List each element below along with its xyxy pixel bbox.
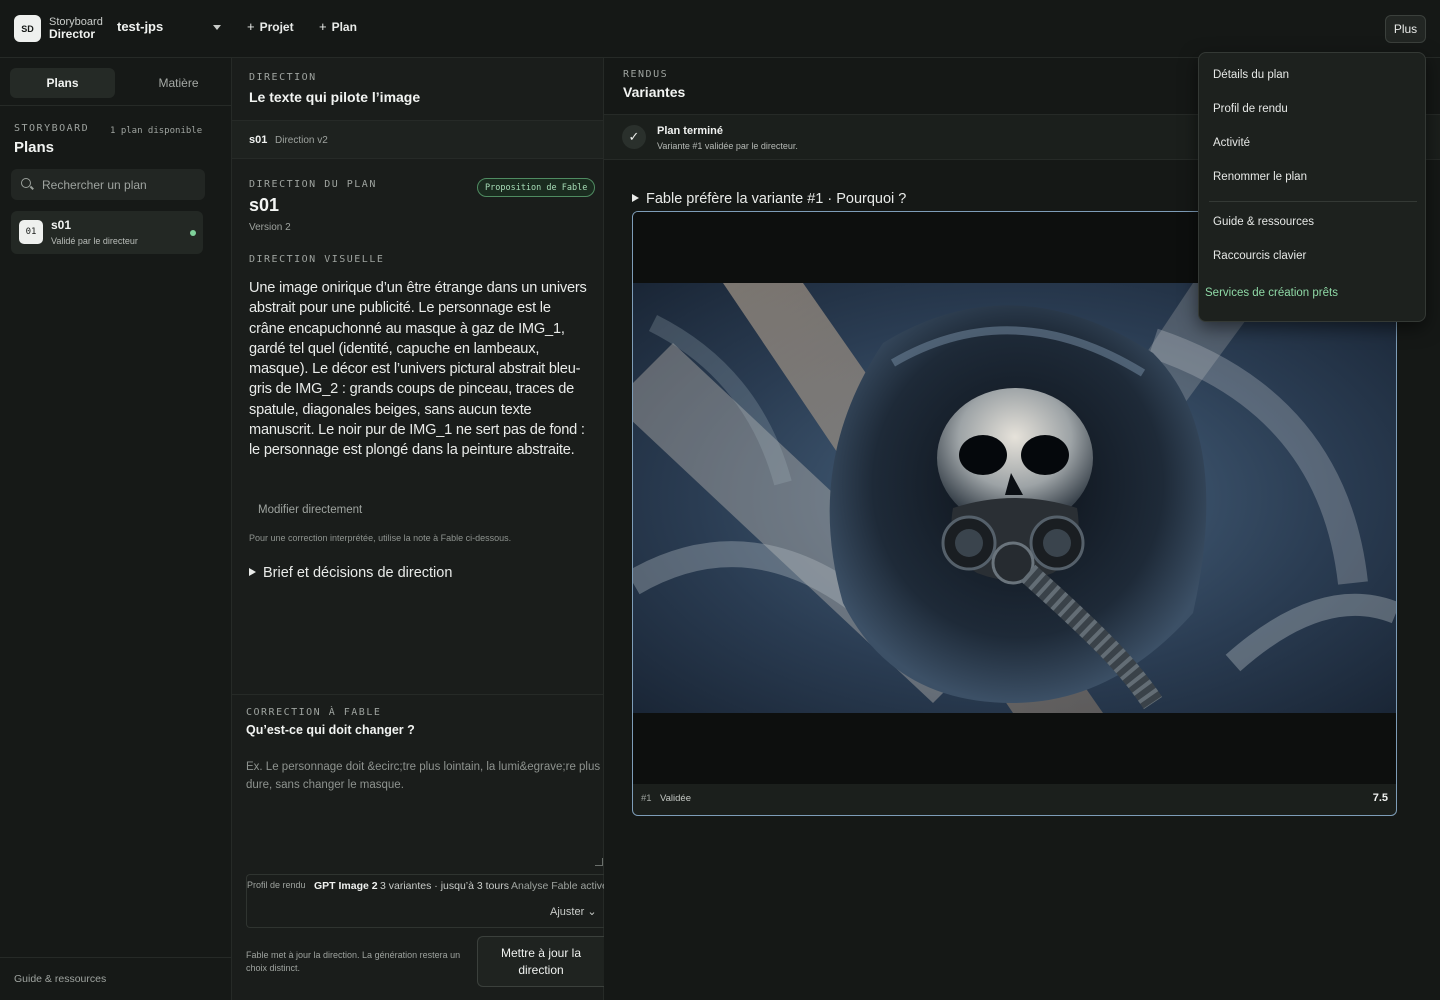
- menu-item-guide[interactable]: Guide & ressources: [1213, 216, 1314, 228]
- more-menu: Détails du plan Profil de rendu Activité…: [1198, 52, 1426, 322]
- adjust-button[interactable]: Ajuster ⌄: [550, 905, 597, 918]
- correction-textarea[interactable]: [246, 758, 603, 868]
- add-plan-label: Plan: [331, 20, 357, 34]
- direction-panel: DIRECTION Le texte qui pilote l’image s0…: [232, 58, 605, 1000]
- add-project-label: Projet: [259, 20, 294, 34]
- project-select[interactable]: test-jps: [117, 19, 225, 39]
- plan-name: s01: [51, 218, 72, 232]
- update-direction-button[interactable]: Mettre à jour la direction: [477, 936, 604, 987]
- plan-number: 01: [19, 220, 43, 244]
- menu-item-creation-services[interactable]: Services de création prêts: [1205, 287, 1338, 299]
- profile-variants: 3 variantes · jusqu’à 3 tours: [380, 880, 509, 892]
- search-input[interactable]: [42, 169, 202, 200]
- renders-title: Variantes: [623, 84, 686, 100]
- tab-matiere[interactable]: Matière: [126, 68, 231, 98]
- sidebar-title: Plans: [14, 139, 55, 156]
- divider: [0, 105, 231, 106]
- visual-direction-overline: DIRECTION VISUELLE: [249, 254, 385, 265]
- profile-analysis: Analyse Fable active: [511, 880, 605, 892]
- strip-plan-id: s01: [249, 134, 268, 146]
- sidebar-overline: STORYBOARD: [14, 123, 90, 134]
- correction-title: Qu’est-ce qui doit changer ?: [246, 723, 415, 737]
- menu-divider: [1209, 201, 1417, 202]
- menu-item-activity[interactable]: Activité: [1213, 137, 1250, 149]
- brief-toggle[interactable]: Brief et décisions de direction: [249, 565, 452, 581]
- render-profile-box: Profil de rendu GPT Image 2 3 variantes …: [246, 874, 605, 928]
- more-button[interactable]: Plus: [1385, 15, 1426, 43]
- plan-direction-overline: DIRECTION DU PLAN: [249, 179, 377, 190]
- check-icon: ✓: [622, 125, 646, 149]
- status-dot: [190, 230, 196, 236]
- variant-number: #1: [641, 793, 652, 804]
- sidebar-item-s01[interactable]: 01 s01 Validé par le directeur: [11, 211, 203, 254]
- correction-overline: CORRECTION À FABLE: [246, 707, 382, 718]
- divider: [0, 957, 231, 958]
- edit-note: Pour une correction interprétée, utilise…: [249, 533, 512, 543]
- brand: Storyboard Director: [49, 16, 103, 40]
- divider: [232, 694, 603, 695]
- plan-status: Validé par le directeur: [51, 236, 138, 246]
- plan-title: s01: [249, 195, 280, 215]
- resize-handle-icon[interactable]: [595, 858, 603, 866]
- add-project-button[interactable]: + Projet: [247, 19, 294, 34]
- sidebar: Plans Matière STORYBOARD 1 plan disponib…: [0, 58, 232, 1000]
- plus-icon: +: [247, 19, 255, 34]
- profile-label: Profil de rendu: [247, 880, 306, 890]
- search-icon: [21, 178, 31, 188]
- direction-title: Le texte qui pilote l’image: [249, 89, 421, 105]
- guide-link[interactable]: Guide & ressources: [14, 973, 106, 985]
- variant-status: Validée: [660, 793, 691, 804]
- strip-version: Direction v2: [275, 135, 328, 146]
- brand-line-2: Director: [49, 27, 96, 41]
- app-logo[interactable]: SD: [14, 15, 41, 42]
- triangle-right-icon: [632, 194, 639, 202]
- adjust-label: Ajuster: [550, 906, 585, 918]
- plus-icon: +: [319, 19, 327, 34]
- status-badge: Proposition de Fable: [477, 178, 596, 197]
- plan-status-subtitle: Variante #1 validée par le directeur.: [657, 141, 798, 151]
- chevron-down-icon: ⌄: [587, 906, 597, 918]
- plan-status-title: Plan terminé: [657, 125, 724, 137]
- variant-score: 7.5: [1372, 792, 1388, 804]
- correction-footer-note: Fable met à jour la direction. La généra…: [246, 950, 461, 973]
- menu-item-shortcuts[interactable]: Raccourcis clavier: [1213, 250, 1306, 262]
- variant-image[interactable]: [633, 283, 1396, 713]
- project-name: test-jps: [117, 19, 164, 34]
- menu-item-render-profile[interactable]: Profil de rendu: [1213, 103, 1288, 115]
- plan-count: 1 plan disponible: [110, 126, 203, 136]
- sidebar-tabs: Plans Matière: [10, 68, 222, 98]
- plan-version: Version 2: [249, 222, 291, 233]
- brief-label: Brief et décisions de direction: [263, 565, 453, 581]
- direction-overline: DIRECTION: [249, 72, 317, 83]
- tab-plans[interactable]: Plans: [10, 68, 115, 98]
- menu-item-rename-plan[interactable]: Renommer le plan: [1213, 171, 1307, 183]
- profile-model: GPT Image 2: [314, 880, 378, 892]
- why-variant-toggle[interactable]: Fable préfère la variante #1 · Pourquoi …: [632, 191, 906, 207]
- edit-directly-button[interactable]: Modifier directement: [258, 504, 362, 516]
- divider: [232, 158, 603, 159]
- triangle-right-icon: [249, 568, 256, 576]
- search-box: [11, 169, 205, 200]
- add-plan-button[interactable]: + Plan: [319, 19, 357, 34]
- chevron-down-icon: [213, 25, 221, 30]
- direction-version-strip: s01 Direction v2: [232, 121, 603, 158]
- why-variant-label: Fable préfère la variante #1 · Pourquoi …: [646, 191, 907, 207]
- menu-item-plan-details[interactable]: Détails du plan: [1213, 69, 1289, 81]
- renders-overline: RENDUS: [623, 69, 669, 80]
- top-bar: SD Storyboard Director test-jps + Projet …: [0, 0, 1440, 58]
- visual-direction-text: Une image onirique d’un être étrange dan…: [249, 280, 587, 459]
